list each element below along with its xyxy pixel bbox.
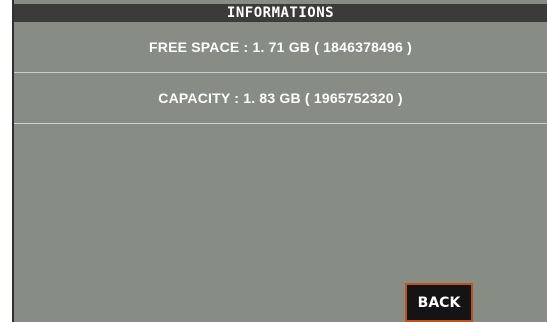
capacity-info: CAPACITY : 1. 83 GB ( 1965752320 ) <box>158 90 403 106</box>
free-space-info: FREE SPACE : 1. 71 GB ( 1846378496 ) <box>149 39 412 55</box>
page-title: INFORMATIONS <box>14 4 547 22</box>
device-screen: INFORMATIONS FREE SPACE : 1. 71 GB ( 184… <box>12 0 547 322</box>
back-button[interactable]: BACK <box>405 283 473 322</box>
row-divider <box>14 123 547 124</box>
